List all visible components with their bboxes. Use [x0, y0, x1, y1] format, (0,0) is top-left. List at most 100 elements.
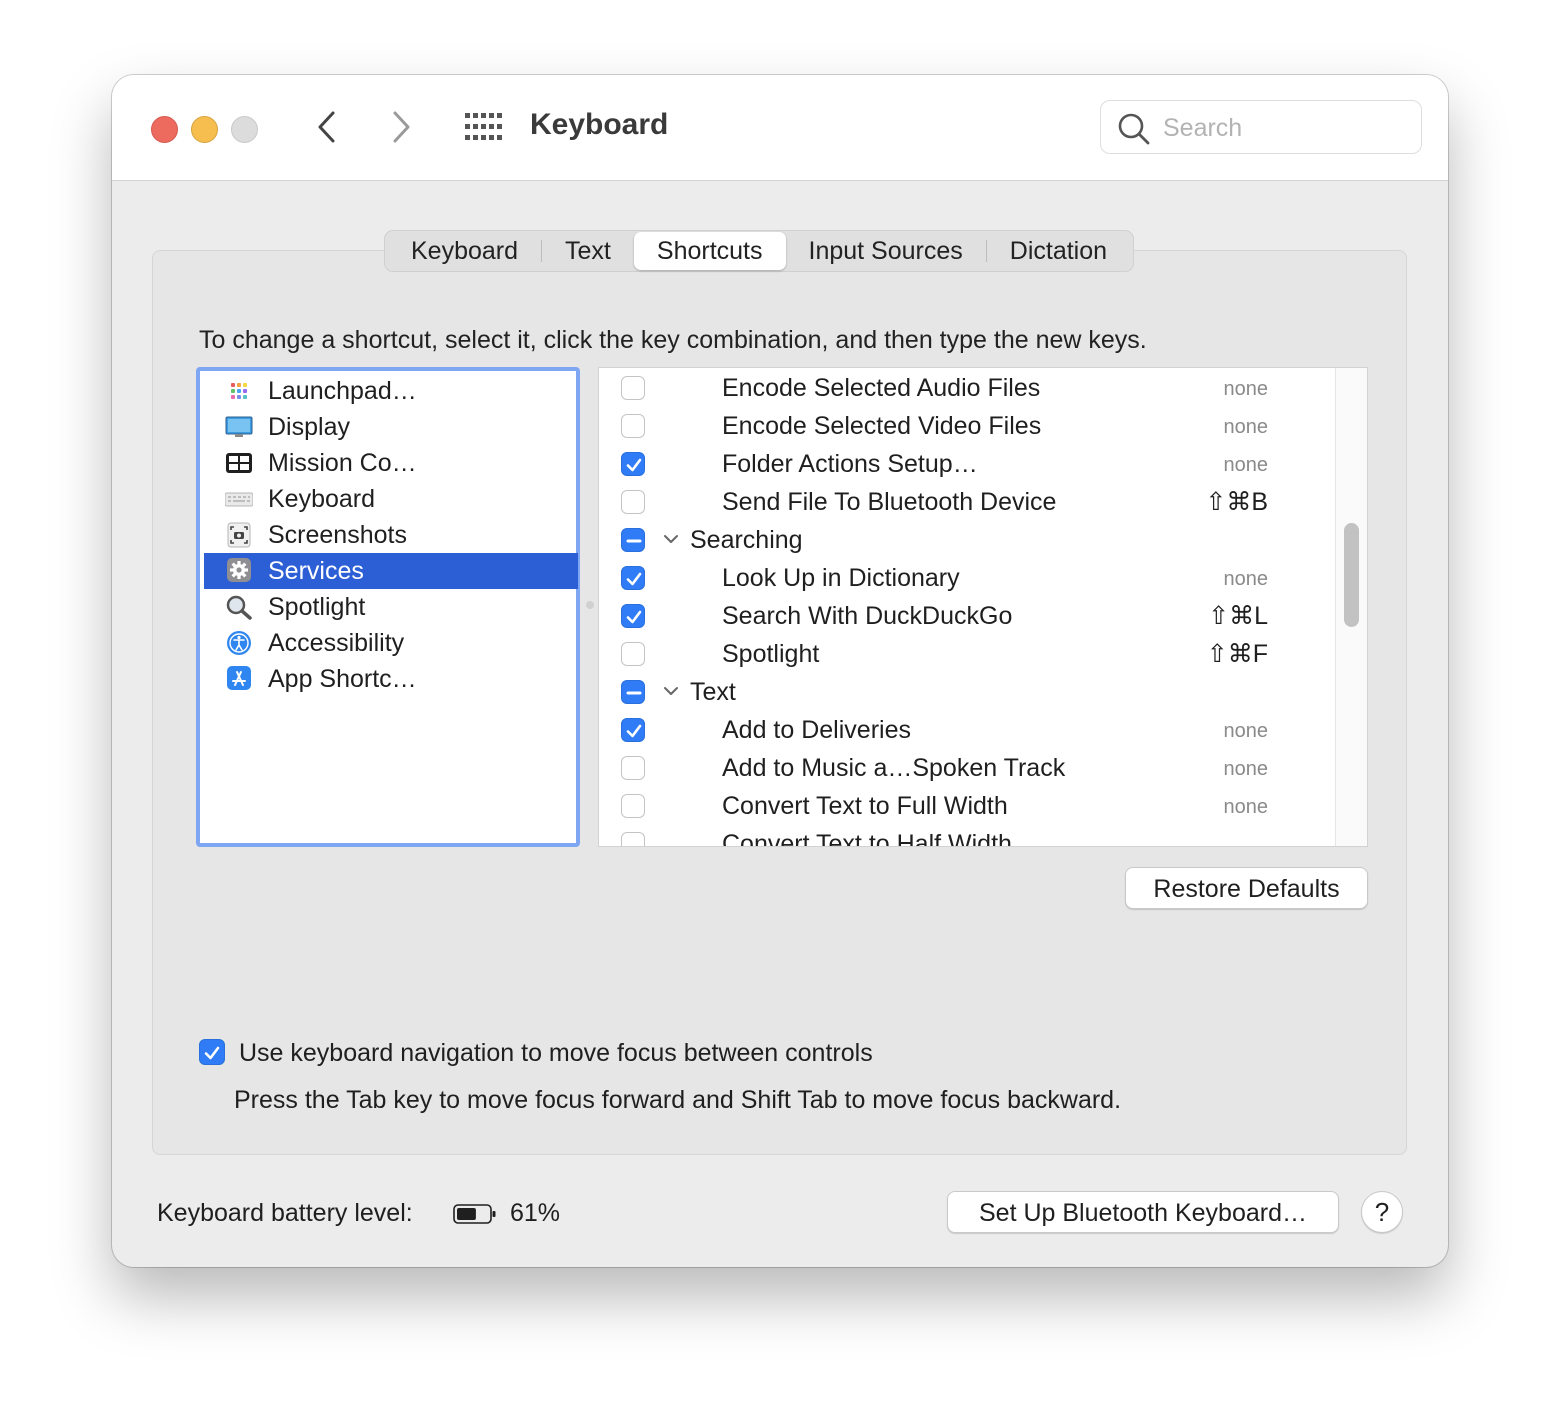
keyboard-navigation-checkbox[interactable]: [199, 1039, 225, 1065]
checkmark-icon: [626, 572, 642, 586]
service-checkbox[interactable]: [621, 794, 645, 818]
list-item[interactable]: Add to Music a…Spoken Track none: [599, 748, 1334, 786]
service-shortcut[interactable]: ⇧⌘B: [1205, 487, 1268, 517]
service-checkbox[interactable]: [621, 452, 645, 476]
magnifier-icon: [226, 595, 252, 620]
close-button[interactable]: [151, 116, 178, 143]
group-checkbox[interactable]: [621, 680, 645, 704]
category-launchpad[interactable]: Launchpad…: [204, 373, 578, 409]
service-group-searching[interactable]: Searching: [599, 520, 1334, 558]
category-label: Launchpad…: [268, 377, 417, 405]
service-name: Spotlight: [722, 640, 820, 668]
tab-keyboard[interactable]: Keyboard: [388, 232, 541, 270]
service-checkbox[interactable]: [621, 756, 645, 780]
list-item[interactable]: Convert Text to Full Width none: [599, 786, 1334, 824]
scrollbar-thumb[interactable]: [1344, 523, 1359, 627]
tab-bar: Keyboard Text Shortcuts Input Sources Di…: [384, 230, 1135, 272]
split-view-handle[interactable]: [586, 601, 594, 609]
list-item[interactable]: Encode Selected Audio Files none: [599, 368, 1334, 406]
back-button[interactable]: [308, 105, 348, 149]
service-shortcut[interactable]: ⇧⌘L: [1208, 601, 1268, 631]
service-checkbox[interactable]: [621, 604, 645, 628]
zoom-button[interactable]: [231, 116, 258, 143]
category-keyboard[interactable]: Keyboard: [204, 481, 578, 517]
forward-button[interactable]: [382, 105, 422, 149]
list-item[interactable]: Look Up in Dictionary none: [599, 558, 1334, 596]
service-group-text[interactable]: Text: [599, 672, 1334, 710]
list-item[interactable]: Search With DuckDuckGo ⇧⌘L: [599, 596, 1334, 634]
service-checkbox[interactable]: [621, 566, 645, 590]
service-shortcut[interactable]: none: [1224, 378, 1269, 401]
service-checkbox[interactable]: [621, 642, 645, 666]
shortcut-category-list[interactable]: Launchpad… Display Mission Co… Keyboard …: [196, 367, 580, 847]
category-label: Keyboard: [268, 485, 376, 513]
battery-label: Keyboard battery level:: [157, 1199, 413, 1227]
list-item[interactable]: Spotlight ⇧⌘F: [599, 634, 1334, 672]
tab-input-sources[interactable]: Input Sources: [786, 232, 986, 270]
show-all-button[interactable]: [462, 110, 502, 144]
chevron-left-icon: [318, 111, 335, 143]
service-name: Encode Selected Audio Files: [722, 374, 1041, 402]
service-checkbox[interactable]: [621, 832, 645, 846]
category-display[interactable]: Display: [204, 409, 578, 445]
category-label: Services: [268, 557, 364, 585]
keyboard-icon: [225, 492, 253, 507]
setup-bluetooth-keyboard-button[interactable]: Set Up Bluetooth Keyboard…: [947, 1191, 1339, 1233]
service-shortcut[interactable]: ⇧⌘F: [1207, 639, 1268, 669]
service-shortcut[interactable]: none: [1224, 568, 1269, 591]
service-checkbox[interactable]: [621, 490, 645, 514]
category-accessibility[interactable]: Accessibility: [204, 625, 578, 661]
service-shortcut[interactable]: none: [1224, 454, 1269, 477]
tab-shortcuts[interactable]: Shortcuts: [633, 232, 786, 270]
group-name: Searching: [690, 526, 803, 554]
vertical-scrollbar[interactable]: [1335, 368, 1367, 846]
checkmark-icon: [626, 610, 642, 624]
category-label: Accessibility: [268, 629, 405, 657]
list-item[interactable]: Folder Actions Setup… none: [599, 444, 1334, 482]
category-spotlight[interactable]: Spotlight: [204, 589, 578, 625]
list-item[interactable]: Send File To Bluetooth Device ⇧⌘B: [599, 482, 1334, 520]
keyboard-preferences-window: Keyboard Keyboard Text Shortcuts Input S…: [112, 75, 1448, 1267]
minus-icon: [626, 691, 642, 695]
display-icon: [225, 416, 253, 437]
help-button[interactable]: ?: [1361, 1191, 1403, 1233]
list-item[interactable]: Add to Deliveries none: [599, 710, 1334, 748]
list-item[interactable]: Encode Selected Video Files none: [599, 406, 1334, 444]
service-checkbox[interactable]: [621, 414, 645, 438]
mission-control-icon: [226, 453, 252, 473]
category-label: App Shortc…: [268, 665, 417, 693]
restore-defaults-button[interactable]: Restore Defaults: [1125, 867, 1368, 909]
battery-icon: [453, 1204, 496, 1224]
list-item[interactable]: Convert Text to Half Width: [599, 824, 1334, 846]
chevron-down-icon[interactable]: [662, 530, 680, 548]
tab-dictation[interactable]: Dictation: [987, 232, 1130, 270]
service-name: Folder Actions Setup…: [722, 450, 978, 478]
service-name: Add to Music a…Spoken Track: [722, 754, 1066, 782]
search-input[interactable]: [1161, 109, 1405, 147]
service-shortcut[interactable]: none: [1224, 758, 1269, 781]
keyboard-navigation-label[interactable]: Use keyboard navigation to move focus be…: [239, 1039, 873, 1068]
tab-text[interactable]: Text: [542, 232, 634, 270]
category-app-shortcuts[interactable]: App Shortc…: [204, 661, 578, 697]
screenshot-icon: [227, 522, 251, 548]
service-shortcut[interactable]: none: [1224, 796, 1269, 819]
services-shortcut-list[interactable]: Encode Selected Audio Files none Encode …: [598, 367, 1368, 847]
checkmark-icon: [204, 1046, 220, 1060]
group-checkbox[interactable]: [621, 528, 645, 552]
service-shortcut[interactable]: none: [1224, 416, 1269, 439]
gear-icon: [227, 558, 251, 582]
service-checkbox[interactable]: [621, 376, 645, 400]
category-mission-control[interactable]: Mission Co…: [204, 445, 578, 481]
service-name: Send File To Bluetooth Device: [722, 488, 1057, 516]
chevron-down-icon[interactable]: [662, 682, 680, 700]
minimize-button[interactable]: [191, 116, 218, 143]
service-checkbox[interactable]: [621, 718, 645, 742]
category-screenshots[interactable]: Screenshots: [204, 517, 578, 553]
service-shortcut[interactable]: none: [1224, 720, 1269, 743]
search-field[interactable]: [1100, 100, 1422, 154]
category-services[interactable]: Services: [204, 553, 578, 589]
window-title: Keyboard: [530, 108, 669, 141]
service-name: Encode Selected Video Files: [722, 412, 1042, 440]
service-name: Look Up in Dictionary: [722, 564, 960, 592]
keyboard-navigation-hint: Press the Tab key to move focus forward …: [234, 1086, 1122, 1114]
